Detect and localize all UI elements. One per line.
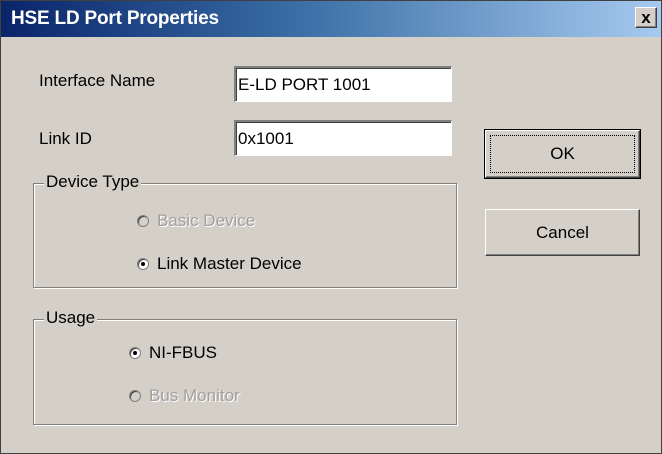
radio-button-selected-icon (129, 347, 141, 359)
link-id-label: Link ID (39, 129, 92, 148)
interface-name-input[interactable] (234, 66, 452, 102)
radio-button-icon (129, 390, 141, 402)
ni-fbus-label: NI-FBUS (149, 343, 217, 362)
device-type-title: Device Type (44, 172, 142, 192)
usage-groupbox (33, 319, 457, 425)
window-title: HSE LD Port Properties (11, 8, 219, 29)
title-bar[interactable]: HSE LD Port Properties x (1, 1, 661, 37)
radio-button-selected-icon (137, 258, 149, 270)
radio-basic-device[interactable]: Basic Device (137, 211, 255, 231)
basic-device-label: Basic Device (157, 211, 256, 230)
cancel-button[interactable]: Cancel (485, 209, 640, 256)
properties-dialog: HSE LD Port Properties x Interface Name … (0, 0, 662, 454)
ok-button[interactable]: OK (484, 129, 641, 179)
bus-monitor-label: Bus Monitor (149, 386, 240, 405)
close-button[interactable]: x (635, 7, 657, 28)
link-id-input[interactable] (234, 120, 452, 156)
radio-link-master-device[interactable]: Link Master Device (137, 254, 302, 274)
link-master-device-label: Link Master Device (157, 254, 302, 273)
focus-rectangle (490, 135, 635, 173)
close-icon: x (641, 7, 651, 27)
radio-ni-fbus[interactable]: NI-FBUS (129, 343, 217, 363)
interface-name-label: Interface Name (39, 71, 156, 90)
cancel-button-label: Cancel (536, 222, 589, 242)
usage-title: Usage (44, 308, 98, 328)
radio-bus-monitor[interactable]: Bus Monitor (129, 386, 240, 406)
radio-button-icon (137, 215, 149, 227)
